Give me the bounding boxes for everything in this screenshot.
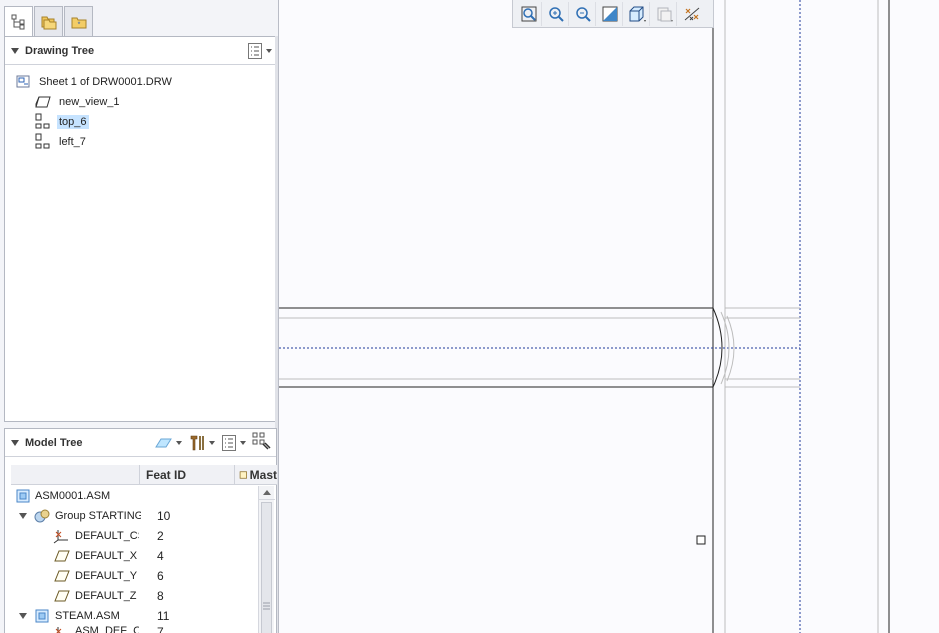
- tree-columns-icon: [252, 432, 271, 450]
- show-button[interactable]: [153, 435, 182, 451]
- saved-orientations-button[interactable]: [652, 1, 677, 26]
- group-icon: [33, 508, 51, 524]
- navigator-panel: * Drawing Tree Sheet 1 of DRW0001.DRW ne…: [0, 0, 279, 633]
- tools-icon: [190, 435, 204, 450]
- list-settings-icon: [222, 434, 236, 451]
- model-tree-columns-button[interactable]: [252, 432, 272, 453]
- collapse-triangle-icon[interactable]: [11, 47, 19, 54]
- column-header-master[interactable]: Mast: [234, 465, 277, 485]
- datum-display-filters-button[interactable]: [679, 2, 704, 26]
- navigator-tabs: *: [4, 6, 94, 37]
- expand-arrow-icon[interactable]: [19, 613, 27, 619]
- tab-folder-browser[interactable]: [34, 6, 63, 36]
- master-rep-icon: [239, 471, 247, 479]
- display-style-button[interactable]: [625, 1, 650, 26]
- zoom-out-icon: [576, 6, 591, 22]
- settings-button[interactable]: [221, 434, 246, 452]
- chevron-down-icon: [240, 440, 246, 445]
- tree-row-group-starting[interactable]: Group STARTING_ 10: [19, 507, 269, 525]
- tree-filters-button[interactable]: [188, 434, 215, 452]
- tree-item-left-7[interactable]: left_7: [33, 133, 88, 151]
- projection-view-icon: [33, 133, 53, 151]
- datum-display-icon: [684, 7, 699, 20]
- expand-arrow-icon[interactable]: [19, 513, 27, 519]
- graphics-window[interactable]: [279, 0, 939, 633]
- drawing-tree-pane: Drawing Tree Sheet 1 of DRW0001.DRW new_…: [4, 36, 277, 422]
- tree-row-steam-asm[interactable]: STEAM.ASM 11: [19, 607, 269, 625]
- graphics-toolbar: [512, 0, 714, 28]
- drawing-tree-title: Drawing Tree: [25, 44, 95, 57]
- assembly-icon: [33, 608, 51, 624]
- favorites-folder-icon: *: [71, 17, 86, 28]
- chevron-down-icon: [266, 48, 272, 53]
- tree-item-label: Sheet 1 of DRW0001.DRW: [39, 76, 172, 88]
- assembly-icon: [15, 488, 31, 504]
- projection-view-icon: [33, 113, 53, 131]
- tab-model-tree[interactable]: [4, 6, 33, 37]
- scroll-thumb[interactable]: [261, 502, 272, 633]
- model-tree-header[interactable]: Model Tree: [5, 429, 276, 457]
- chevron-down-icon: [209, 440, 215, 445]
- refit-button[interactable]: [517, 1, 542, 26]
- tree-item-sheet[interactable]: Sheet 1 of DRW0001.DRW: [13, 73, 174, 91]
- app-window: * Drawing Tree Sheet 1 of DRW0001.DRW ne…: [0, 0, 939, 633]
- zoom-in-icon: [549, 6, 564, 22]
- tree-item-label: top_6: [57, 115, 89, 129]
- tree-settings-button[interactable]: [247, 42, 272, 60]
- zoom-out-button[interactable]: [571, 1, 596, 26]
- drawing-tree-header[interactable]: Drawing Tree: [5, 37, 276, 65]
- chevron-down-icon: [176, 440, 182, 445]
- tree-item-label: new_view_1: [59, 96, 120, 108]
- eraser-icon: [155, 438, 172, 447]
- display-style-icon: [629, 6, 646, 22]
- svg-text:*: *: [77, 21, 80, 28]
- sheet-icon: [13, 73, 33, 91]
- coordinate-system-icon: [53, 528, 71, 544]
- coordinate-system-icon: [53, 625, 71, 633]
- folders-icon: [41, 16, 56, 29]
- tree-item-top-6[interactable]: top_6: [33, 113, 89, 131]
- tree-item-new-view-1[interactable]: new_view_1: [33, 93, 122, 111]
- datum-plane-icon: [53, 548, 71, 564]
- saved-views-icon: [657, 7, 673, 22]
- tree-row-asm0001[interactable]: ASM0001.ASM: [15, 487, 265, 505]
- refit-icon: [521, 6, 537, 21]
- zoom-in-button[interactable]: [544, 1, 569, 26]
- chevron-up-icon: [263, 490, 271, 495]
- collapse-triangle-icon[interactable]: [11, 439, 19, 446]
- drawing-sheet: [279, 0, 890, 633]
- grip-icon: [263, 602, 270, 610]
- datum-plane-icon: [53, 588, 71, 604]
- list-settings-icon: [248, 42, 262, 59]
- model-tree-scrollbar[interactable]: [258, 486, 275, 633]
- tab-favorites[interactable]: *: [64, 6, 93, 36]
- scroll-up-button[interactable]: [259, 486, 275, 500]
- general-view-icon: [33, 93, 53, 111]
- repaint-icon: [602, 6, 618, 21]
- tree-item-label: left_7: [59, 136, 86, 148]
- model-tree-title: Model Tree: [25, 436, 83, 449]
- tree-structure-icon: [11, 14, 24, 30]
- model-tree-pane: Model Tree Feat ID Mast ASM0001.ASM Grou…: [4, 428, 277, 633]
- repaint-button[interactable]: [598, 1, 623, 26]
- datum-plane-icon: [53, 568, 71, 584]
- column-header-feat-id[interactable]: Feat ID: [139, 465, 234, 485]
- model-tree-column-header: Feat ID Mast: [11, 465, 277, 485]
